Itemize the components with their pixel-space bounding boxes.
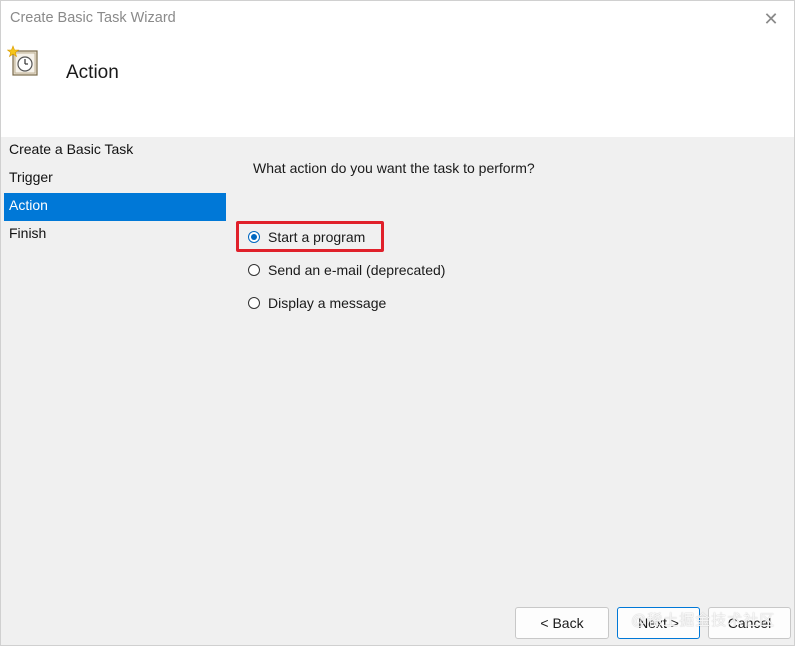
back-button[interactable]: < Back [515, 607, 609, 639]
close-button[interactable]: ✕ [748, 1, 794, 37]
step-create-basic-task[interactable]: Create a Basic Task [4, 137, 226, 165]
radio-send-email[interactable] [248, 264, 260, 276]
step-action[interactable]: Action [4, 193, 226, 221]
next-button[interactable]: Next > [617, 607, 700, 639]
option-display-message[interactable]: Display a message [248, 292, 386, 314]
option-start-program[interactable]: Start a program [248, 226, 365, 248]
radio-display-message[interactable] [248, 297, 260, 309]
wizard-window: Create Basic Task Wizard ✕ Action Create… [0, 0, 795, 646]
close-icon: ✕ [763, 8, 779, 29]
option-label: Send an e-mail (deprecated) [268, 262, 446, 278]
action-question: What action do you want the task to perf… [253, 160, 535, 176]
step-trigger[interactable]: Trigger [4, 165, 226, 193]
task-scheduler-clock-icon [7, 45, 38, 76]
option-send-email[interactable]: Send an e-mail (deprecated) [248, 259, 445, 281]
wizard-steps-list: Create a Basic Task Trigger Action Finis… [1, 137, 234, 249]
radio-start-program[interactable] [248, 231, 260, 243]
step-finish[interactable]: Finish [4, 221, 226, 249]
title-bar: Create Basic Task Wizard ✕ [1, 1, 794, 37]
cancel-button[interactable]: Cancel [708, 607, 791, 639]
page-title: Action [66, 62, 119, 83]
option-label: Start a program [268, 229, 366, 245]
window-title: Create Basic Task Wizard [10, 10, 176, 26]
wizard-header: Action [1, 37, 794, 137]
wizard-content: What action do you want the task to perf… [234, 137, 794, 645]
option-label: Display a message [268, 295, 387, 311]
